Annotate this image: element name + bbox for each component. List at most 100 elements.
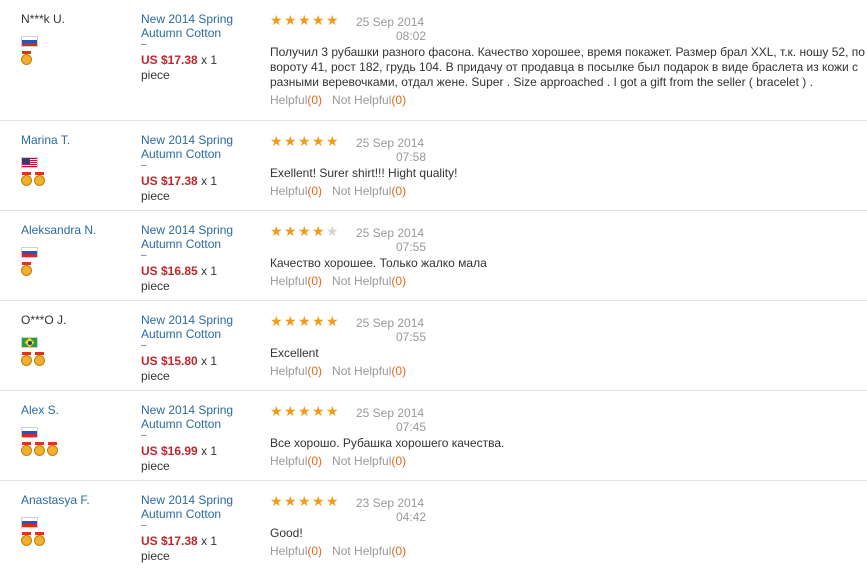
product-name-line2[interactable]: Autumn Cotton xyxy=(141,417,261,431)
product-name-line1[interactable]: New 2014 Spring xyxy=(141,133,261,147)
star-rating: ★ ★ ★ ★ ★ xyxy=(270,494,340,508)
buyer-name[interactable]: Marina T. xyxy=(21,133,131,147)
unit: piece xyxy=(141,189,170,203)
helpful-button[interactable]: Helpful(0) xyxy=(270,274,322,288)
review-text: Качество хорошее. Только жалко мала xyxy=(270,256,487,270)
product-link[interactable]: New 2014 Spring Autumn Cotton xyxy=(141,12,261,40)
not-helpful-label[interactable]: Not Helpful xyxy=(332,364,391,378)
review-body: ★ ★ ★ ★ ★ 25 Sep 2014 07:55 Качество хорошее. Т… xyxy=(270,223,865,288)
helpful-label[interactable]: Helpful xyxy=(270,184,307,198)
not-helpful-button[interactable]: Not Helpful(0) xyxy=(332,184,406,198)
buyer-name[interactable]: Alex S. xyxy=(21,403,131,417)
review-row: Anastasya F. New 2014 Spring Autumn Cotton… xyxy=(0,481,867,571)
review-row: Alex S. New 2014 Spring Autumn Cotton – US $… xyxy=(0,391,867,481)
product-name-dash: – xyxy=(141,161,147,170)
price-value: US $17.38 xyxy=(141,53,198,67)
product-name-line1[interactable]: New 2014 Spring xyxy=(141,12,261,26)
star-rating: ★ ★ ★ ★ ★ xyxy=(270,404,340,418)
product-name-line1[interactable]: New 2014 Spring xyxy=(141,313,261,327)
not-helpful-label[interactable]: Not Helpful xyxy=(332,274,391,288)
unit: piece xyxy=(141,459,170,473)
helpful-button[interactable]: Helpful(0) xyxy=(270,364,322,378)
helpful-label[interactable]: Helpful xyxy=(270,274,307,288)
star-icon: ★ xyxy=(284,313,297,329)
product-link[interactable]: New 2014 Spring Autumn Cotton xyxy=(141,313,261,341)
review-datetime: 25 Sep 2014 08:02 xyxy=(356,15,426,43)
price-value: US $17.38 xyxy=(141,534,198,548)
usa-flag xyxy=(21,157,38,168)
product-name-dash: – xyxy=(141,341,147,350)
not-helpful-button[interactable]: Not Helpful(0) xyxy=(332,364,406,378)
helpful-count: (0) xyxy=(307,93,323,107)
product-name-line2[interactable]: Autumn Cotton xyxy=(141,507,261,521)
product-info: New 2014 Spring Autumn Cotton – US $17.38 x… xyxy=(141,493,261,564)
buyer-info: O***O J. xyxy=(21,313,131,366)
unit: piece xyxy=(141,369,170,383)
star-icon: ★ xyxy=(284,493,297,509)
helpful-count: (0) xyxy=(307,364,323,378)
star-icon: ★ xyxy=(312,403,325,419)
helpful-label[interactable]: Helpful xyxy=(270,454,307,468)
star-icon: ★ xyxy=(270,403,283,419)
not-helpful-count: (0) xyxy=(391,274,407,288)
not-helpful-label[interactable]: Not Helpful xyxy=(332,454,391,468)
review-date: 23 Sep 2014 xyxy=(356,496,425,510)
review-body: ★ ★ ★ ★ ★ 25 Sep 2014 07:58 Exellent! Surer shi… xyxy=(270,133,865,198)
review-body: ★ ★ ★ ★ ★ 25 Sep 2014 07:55 Excellent Helpful(0)… xyxy=(270,313,865,378)
buyer-name[interactable]: Aleksandra N. xyxy=(21,223,131,237)
not-helpful-label[interactable]: Not Helpful xyxy=(332,184,391,198)
product-name-line2[interactable]: Autumn Cotton xyxy=(141,26,261,40)
helpful-label[interactable]: Helpful xyxy=(270,93,307,107)
helpful-label[interactable]: Helpful xyxy=(270,544,307,558)
star-icon: ★ xyxy=(298,313,311,329)
star-icon: ★ xyxy=(270,12,283,28)
helpful-label[interactable]: Helpful xyxy=(270,364,307,378)
helpful-button[interactable]: Helpful(0) xyxy=(270,184,322,198)
helpful-count: (0) xyxy=(307,274,323,288)
not-helpful-button[interactable]: Not Helpful(0) xyxy=(332,274,406,288)
product-link[interactable]: New 2014 Spring Autumn Cotton xyxy=(141,493,261,521)
not-helpful-count: (0) xyxy=(391,364,407,378)
helpful-votes: Helpful(0) Not Helpful(0) xyxy=(270,184,406,198)
review-date: 25 Sep 2014 xyxy=(356,316,425,330)
review-time: 07:55 xyxy=(395,330,426,344)
not-helpful-button[interactable]: Not Helpful(0) xyxy=(332,93,406,107)
product-link[interactable]: New 2014 Spring Autumn Cotton xyxy=(141,133,261,161)
review-row: Aleksandra N. New 2014 Spring Autumn Cotto… xyxy=(0,211,867,301)
product-name-line1[interactable]: New 2014 Spring xyxy=(141,403,261,417)
helpful-button[interactable]: Helpful(0) xyxy=(270,93,322,107)
review-row: O***O J. New 2014 Spring Autumn Cotton – US … xyxy=(0,301,867,391)
review-time: 07:58 xyxy=(395,150,426,164)
not-helpful-button[interactable]: Not Helpful(0) xyxy=(332,454,406,468)
product-name-line1[interactable]: New 2014 Spring xyxy=(141,493,261,507)
not-helpful-button[interactable]: Not Helpful(0) xyxy=(332,544,406,558)
helpful-button[interactable]: Helpful(0) xyxy=(270,544,322,558)
helpful-votes: Helpful(0) Not Helpful(0) xyxy=(270,454,406,468)
star-icon: ★ xyxy=(312,133,325,149)
product-name-line2[interactable]: Autumn Cotton xyxy=(141,147,261,161)
star-icon: ★ xyxy=(326,403,339,419)
star-icon: ★ xyxy=(298,223,311,239)
review-text: Good! xyxy=(270,526,303,540)
product-name-line2[interactable]: Autumn Cotton xyxy=(141,237,261,251)
product-name-line1[interactable]: New 2014 Spring xyxy=(141,223,261,237)
russia-flag xyxy=(21,36,38,47)
helpful-button[interactable]: Helpful(0) xyxy=(270,454,322,468)
not-helpful-label[interactable]: Not Helpful xyxy=(332,544,391,558)
helpful-count: (0) xyxy=(307,454,323,468)
review-row: Marina T. New 2014 Spring Autumn Cotton – US… xyxy=(0,121,867,211)
buyer-info: Marina T. xyxy=(21,133,131,186)
product-name-dash: – xyxy=(141,431,147,440)
helpful-votes: Helpful(0) Not Helpful(0) xyxy=(270,274,406,288)
star-icon: ★ xyxy=(270,493,283,509)
product-link[interactable]: New 2014 Spring Autumn Cotton xyxy=(141,403,261,431)
product-link[interactable]: New 2014 Spring Autumn Cotton xyxy=(141,223,261,251)
buyer-info: Aleksandra N. xyxy=(21,223,131,276)
star-icon: ★ xyxy=(284,403,297,419)
buyer-name[interactable]: Anastasya F. xyxy=(21,493,131,507)
product-name-line2[interactable]: Autumn Cotton xyxy=(141,327,261,341)
product-name-dash: – xyxy=(141,521,147,530)
order-price: US $17.38 x 1 piece xyxy=(141,534,261,564)
product-info: New 2014 Spring Autumn Cotton – US $15.80 x… xyxy=(141,313,261,384)
not-helpful-label[interactable]: Not Helpful xyxy=(332,93,391,107)
